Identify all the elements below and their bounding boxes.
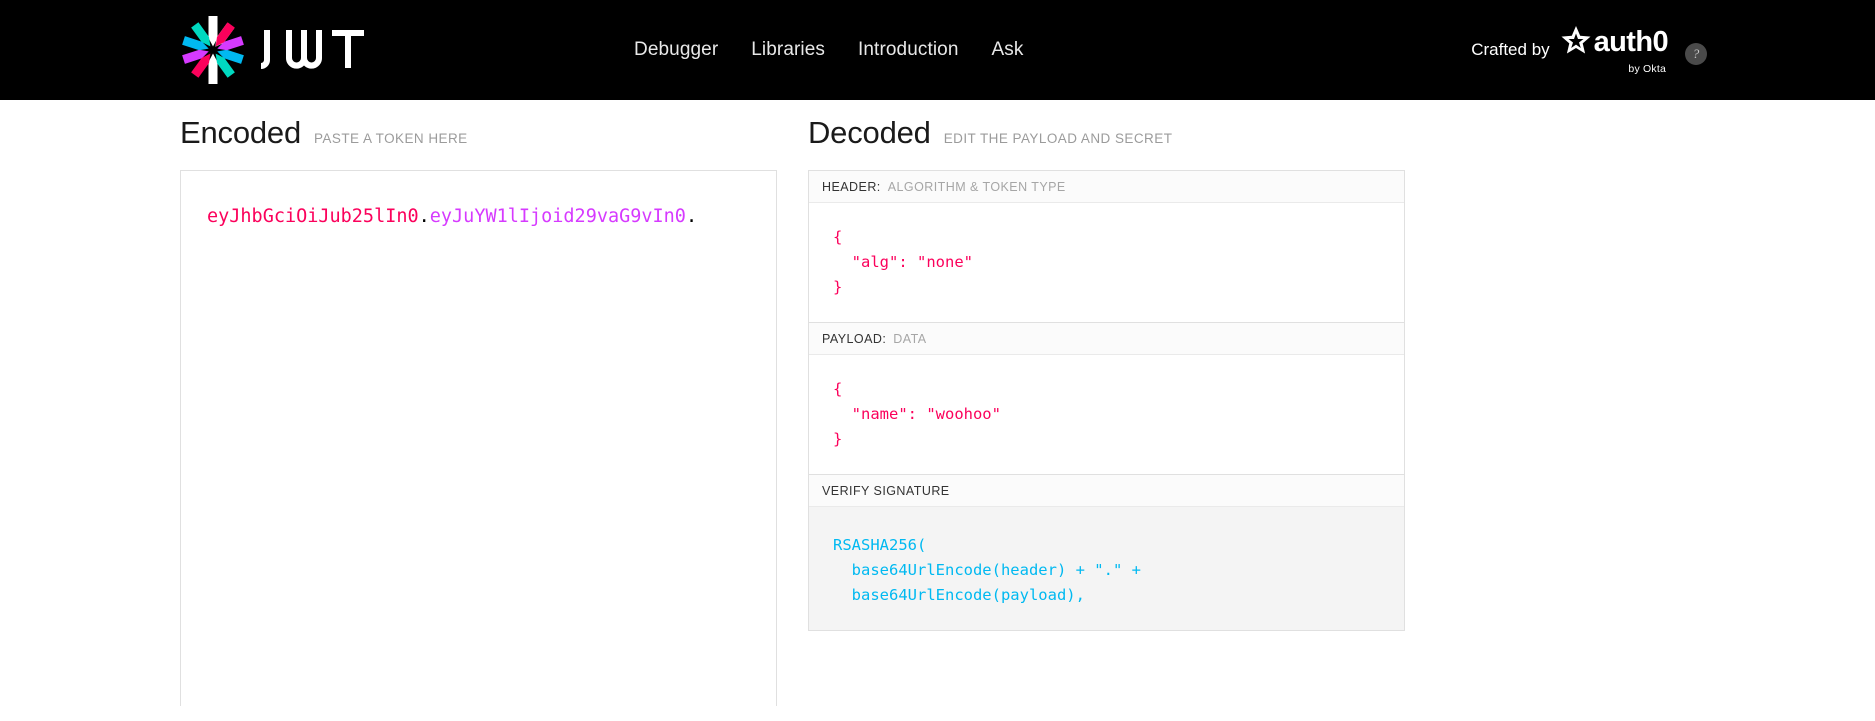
crafted-by-auth0[interactable]: Crafted by auth0 by Okta ? (1471, 0, 1707, 100)
jwt-starburst-logo-icon (180, 16, 246, 84)
verify-signature-content[interactable]: RSASHA256( base64UrlEncode(header) + "."… (809, 507, 1404, 630)
main-content: Encoded PASTE A TOKEN HERE eyJhbGciOiJub… (0, 100, 1875, 721)
payload-panel-label-sub: DATA (893, 331, 927, 346)
decoded-column: Decoded EDIT THE PAYLOAD AND SECRET HEAD… (808, 100, 1408, 631)
verify-signature-panel: VERIFY SIGNATURE RSASHA256( base64UrlEnc… (808, 475, 1405, 631)
verify-signature-label: VERIFY SIGNATURE (809, 475, 1404, 507)
encoded-subtitle: PASTE A TOKEN HERE (313, 131, 468, 146)
top-navigation-bar: Debugger Libraries Introduction Ask Craf… (0, 0, 1875, 100)
token-separator-2: . (685, 206, 698, 227)
decoded-panels: HEADER: ALGORITHM & TOKEN TYPE { "alg": … (808, 170, 1408, 631)
payload-panel-label: PAYLOAD: DATA (809, 323, 1404, 355)
header-panel-content[interactable]: { "alg": "none" } (809, 203, 1404, 322)
payload-panel-label-main: PAYLOAD: (822, 331, 887, 346)
main-nav: Debugger Libraries Introduction Ask (634, 0, 1024, 100)
encoded-title: Encoded (180, 115, 301, 150)
token-header-segment: eyJhbGciOiJub25lIn0 (207, 206, 419, 227)
jwt-wordmark (260, 30, 372, 70)
auth0-wordmark: auth0 (1593, 26, 1669, 59)
nav-ask[interactable]: Ask (992, 39, 1024, 61)
header-panel-label: HEADER: ALGORITHM & TOKEN TYPE (809, 171, 1404, 203)
crafted-by-label: Crafted by (1471, 40, 1550, 59)
payload-panel-content[interactable]: { "name": "woohoo" } (809, 355, 1404, 474)
encoded-column: Encoded PASTE A TOKEN HERE eyJhbGciOiJub… (180, 100, 780, 706)
header-panel-label-sub: ALGORITHM & TOKEN TYPE (887, 179, 1066, 194)
decoded-subtitle: EDIT THE PAYLOAD AND SECRET (943, 131, 1173, 146)
help-icon[interactable]: ? (1685, 43, 1707, 65)
nav-debugger[interactable]: Debugger (634, 39, 718, 61)
token-payload-segment: eyJuYW1lIjoid29vaG9vIn0 (429, 206, 686, 227)
auth0-tagline: by Okta (1628, 63, 1666, 76)
nav-introduction[interactable]: Introduction (858, 39, 959, 61)
payload-panel: PAYLOAD: DATA { "name": "woohoo" } (808, 323, 1405, 475)
encoded-token-text[interactable]: eyJhbGciOiJub25lIn0.eyJuYW1lIjoid29vaG9v… (207, 201, 750, 232)
verify-signature-label-main: VERIFY SIGNATURE (822, 483, 950, 498)
auth0-shield-icon (1561, 25, 1591, 60)
encoded-token-input[interactable]: eyJhbGciOiJub25lIn0.eyJuYW1lIjoid29vaG9v… (180, 170, 777, 706)
token-separator-1: . (418, 206, 430, 227)
header-panel-label-main: HEADER: (822, 179, 881, 194)
header-panel: HEADER: ALGORITHM & TOKEN TYPE { "alg": … (808, 170, 1405, 323)
jwt-logo-link[interactable] (180, 0, 372, 100)
decoded-header: Decoded EDIT THE PAYLOAD AND SECRET (808, 100, 1408, 158)
auth0-lockup[interactable]: auth0 by Okta (1561, 25, 1669, 76)
decoded-title: Decoded (808, 115, 931, 150)
nav-libraries[interactable]: Libraries (751, 39, 825, 61)
encoded-header: Encoded PASTE A TOKEN HERE (180, 100, 780, 158)
